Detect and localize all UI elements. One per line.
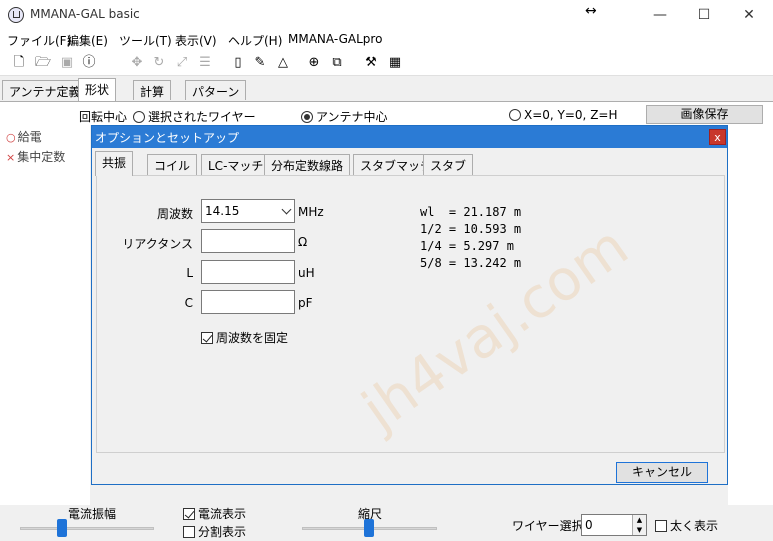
app-icon: [8, 7, 24, 23]
reactance-label: リアクタンス: [122, 237, 193, 251]
menu-mmana-galpro[interactable]: MMANA-GALpro: [288, 32, 382, 46]
radio-origin[interactable]: X=0, Y=0, Z=H: [509, 108, 618, 122]
result-five-eighths-wave: 5/8 = 13.242 m: [420, 256, 522, 270]
tools-icon[interactable]: ⚒: [362, 54, 380, 72]
menu-bar: ファイル(F) 編集(E) ツール(T) 表示(V) ヘルプ(H) MMANA-…: [0, 30, 773, 50]
radio-selected-icon: [301, 111, 313, 123]
maximize-button[interactable]: ☐: [684, 4, 724, 26]
result-half-wave: 1/2 = 10.593 m: [420, 222, 522, 236]
tab-lc-match[interactable]: LC-マッチ: [201, 154, 271, 175]
cancel-button[interactable]: キャンセル: [616, 462, 708, 483]
menu-edit[interactable]: 編集(E): [67, 32, 108, 49]
resonance-panel: 周波数 14.15 MHz リアクタンス Ω L uH C pF 周波数を固定 …: [96, 175, 725, 453]
wire-select-value: 0: [585, 518, 593, 532]
checkbox-checked-icon: [183, 508, 195, 520]
triangle-icon[interactable]: △: [274, 54, 292, 72]
move-icon[interactable]: ✥: [128, 54, 146, 72]
status-bar: 電流振幅 電流表示 分割表示 縮尺 ワイヤー選択 0 ▲ ▼ 太く表示: [0, 505, 773, 541]
copy-icon[interactable]: ⧉: [328, 54, 346, 72]
crosshair-icon[interactable]: ⊕: [305, 54, 323, 72]
tab-stub[interactable]: スタブ: [423, 154, 474, 175]
result-quarter-wave: 1/4 = 5.297 m: [420, 239, 514, 253]
save-icon[interactable]: ▣: [58, 54, 76, 72]
result-wavelength: wl = 21.187 m: [420, 205, 522, 219]
frequency-select[interactable]: 14.15: [201, 199, 295, 223]
rotate-icon[interactable]: ↻: [150, 54, 168, 72]
tab-resonance[interactable]: 共振: [95, 151, 134, 176]
current-amplitude-slider[interactable]: [57, 519, 67, 537]
left-panel: ○ 給電 × 集中定数: [0, 125, 90, 505]
radio-icon: [509, 109, 521, 121]
wire-select-label: ワイヤー選択: [512, 519, 584, 533]
new-file-icon[interactable]: 🗋: [10, 54, 28, 72]
spinner-arrows-icon[interactable]: ▲ ▼: [632, 515, 646, 535]
open-folder-icon[interactable]: 🗁: [34, 54, 52, 72]
feed-marker-icon: ○: [6, 131, 16, 144]
scale-slider[interactable]: [364, 519, 374, 537]
tab-coil[interactable]: コイル: [147, 154, 198, 175]
current-amplitude-track: [20, 527, 154, 530]
list-item-lumped-load[interactable]: × 集中定数: [6, 148, 65, 165]
tab-transmission-line[interactable]: 分布定数線路: [264, 154, 351, 175]
checkbox-icon: [183, 526, 195, 538]
title-bar: MMANA-GAL basic ↔ — ☐ ✕: [0, 0, 773, 30]
align-icon[interactable]: ☰: [196, 54, 214, 72]
chevron-down-icon: [281, 204, 292, 215]
wire-select-spinner[interactable]: 0 ▲ ▼: [581, 514, 647, 536]
list-item-feed[interactable]: ○ 給電: [6, 128, 42, 145]
resize-cursor-icon: ↔: [585, 3, 597, 19]
menu-tools[interactable]: ツール(T): [119, 32, 172, 49]
bold-display-checkbox[interactable]: 太く表示: [655, 517, 718, 534]
window-title: MMANA-GAL basic: [30, 7, 140, 21]
toolbar: 🗋 🗁 ▣ ⓘ ✥ ↻ ⤢ ☰ ▯ ✎ △ ⊕ ⧉ ⚒ ▦: [0, 50, 773, 76]
fix-frequency-checkbox[interactable]: 周波数を固定: [201, 329, 288, 346]
tab-geometry[interactable]: 形状: [78, 78, 117, 101]
radio-antenna-center[interactable]: アンテナ中心: [301, 108, 388, 125]
capacitance-input[interactable]: [201, 290, 295, 314]
radio-selected-wires[interactable]: 選択されたワイヤー: [133, 108, 256, 125]
calculator-icon[interactable]: ▦: [386, 54, 404, 72]
minimize-button[interactable]: —: [640, 4, 680, 26]
resize-icon[interactable]: ⤢: [173, 54, 191, 72]
checkbox-icon: [655, 520, 667, 532]
capacitance-label: C: [184, 296, 193, 310]
menu-help[interactable]: ヘルプ(H): [228, 32, 282, 49]
inductance-label: L: [186, 266, 193, 280]
checkbox-checked-icon: [201, 332, 213, 344]
rotation-options-bar: 回転中心 選択されたワイヤー アンテナ中心 X=0, Y=0, Z=H 画像保存: [0, 101, 773, 125]
tab-pattern[interactable]: パターン: [185, 80, 247, 100]
rotation-center-label: 回転中心: [79, 110, 128, 124]
document-icon[interactable]: ▯: [229, 54, 247, 72]
frequency-label: 周波数: [156, 207, 193, 221]
close-window-button[interactable]: ✕: [729, 4, 769, 26]
canvas-area: [728, 125, 773, 505]
current-display-checkbox[interactable]: 電流表示: [183, 505, 246, 522]
radio-icon: [133, 111, 145, 123]
menu-file[interactable]: ファイル(F): [7, 32, 71, 49]
save-image-button[interactable]: 画像保存: [646, 105, 763, 124]
inductance-unit: uH: [298, 266, 315, 280]
current-amplitude-label: 電流振幅: [68, 507, 117, 521]
reactance-unit: Ω: [298, 235, 308, 249]
reactance-input[interactable]: [201, 229, 295, 253]
tab-antenna-definition[interactable]: アンテナ定義: [2, 80, 88, 100]
info-icon[interactable]: ⓘ: [80, 54, 98, 72]
pen-icon[interactable]: ✎: [251, 54, 269, 72]
split-display-checkbox[interactable]: 分割表示: [183, 523, 246, 540]
load-marker-icon: ×: [6, 151, 16, 164]
dialog-close-button[interactable]: x: [709, 129, 726, 145]
menu-view[interactable]: 表示(V): [175, 32, 217, 49]
capacitance-unit: pF: [298, 296, 313, 310]
inductance-input[interactable]: [201, 260, 295, 284]
dialog-title: オプションとセットアップ: [92, 126, 727, 148]
frequency-unit: MHz: [298, 205, 324, 219]
tab-calculate[interactable]: 計算: [133, 80, 172, 100]
options-setup-dialog: オプションとセットアップ x 共振 コイル LC-マッチ 分布定数線路 スタブマ…: [91, 125, 728, 485]
